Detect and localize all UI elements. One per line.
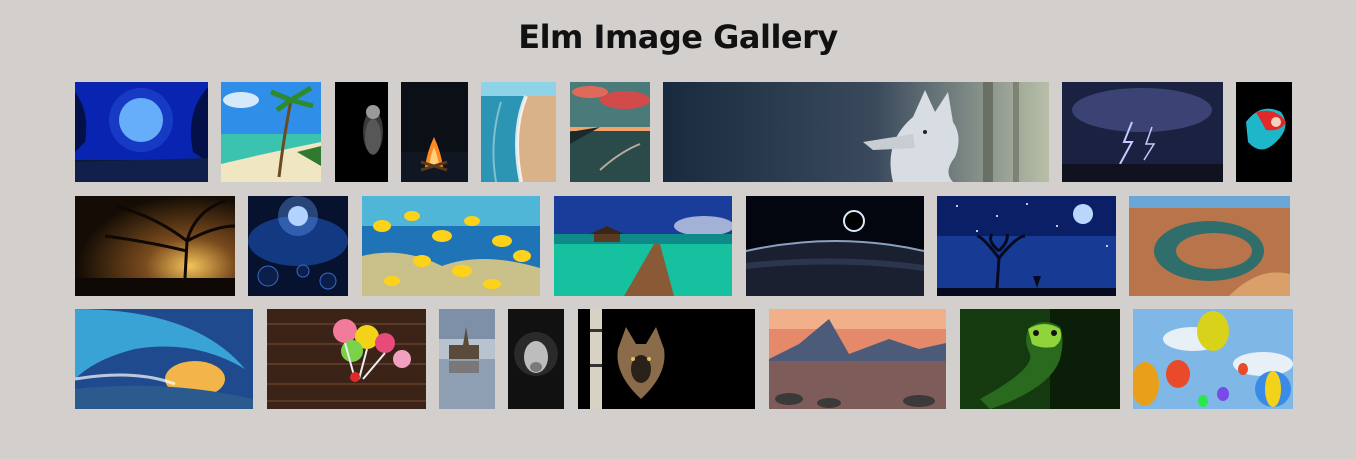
gallery-image-white-wolf-forest[interactable] [663,82,1049,182]
gallery-image-green-snake[interactable] [960,309,1120,409]
gallery-image-castle-reflection[interactable] [439,309,495,409]
gallery-image-lightning-storm[interactable] [1062,82,1223,182]
gallery-image-cosmic-galaxy[interactable] [248,196,348,296]
gallery-image-sunset-tree[interactable] [75,196,235,296]
gallery-image-mountain-lake[interactable] [769,309,946,409]
gallery-image-ocean-wave-tube[interactable] [75,309,253,409]
gallery-image-horseshoe-canyon[interactable] [1129,196,1290,296]
gallery-image-colorful-ink[interactable] [1236,82,1292,182]
gallery-image-leopard-dark[interactable] [335,82,388,182]
gallery-image-hot-air-balloons[interactable] [1133,309,1293,409]
gallery-image-moonlit-forest[interactable] [75,82,208,182]
gallery-image-sunset-shore[interactable] [570,82,650,182]
gallery-image-solar-eclipse-earth[interactable] [746,196,924,296]
gallery-image-campfire-night[interactable] [401,82,468,182]
gallery-image-wolf-birch[interactable] [578,309,755,409]
gallery-image-lion-monochrome[interactable] [508,309,564,409]
gallery-image-starry-night-tree[interactable] [937,196,1116,296]
gallery-image-shoreline-waves[interactable] [481,82,556,182]
gallery-image-tropical-beach[interactable] [221,82,321,182]
image-gallery [0,0,1356,459]
gallery-image-lollipops-wood[interactable] [267,309,426,409]
gallery-image-yellow-fish-reef[interactable] [362,196,540,296]
gallery-image-overwater-pier[interactable] [554,196,732,296]
